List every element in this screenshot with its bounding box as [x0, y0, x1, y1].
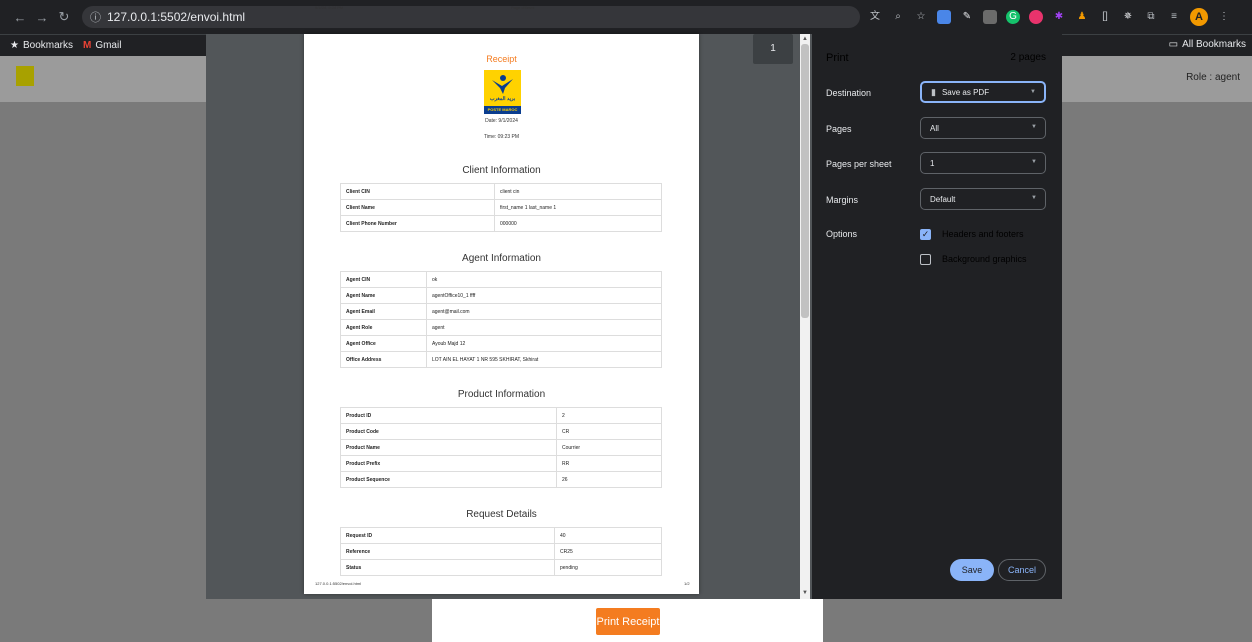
table-row: Agent Email agent@mail.com [340, 303, 662, 320]
extension-gear-icon[interactable]: ✵ [1121, 10, 1135, 24]
all-bookmarks-button[interactable]: ▭ All Bookmarks [1169, 39, 1246, 50]
table-row: Agent CIN ok [340, 271, 662, 288]
bookmarks-button[interactable]: ★ Bookmarks [10, 40, 73, 51]
page-count: 2 pages [1010, 52, 1046, 63]
options-label: Options [826, 229, 858, 239]
zoom-icon[interactable]: ⌕ [891, 10, 905, 24]
folder-icon: ▭ [1168, 39, 1179, 50]
table-row: Request ID 40 [340, 527, 662, 544]
table-row: Status pending [340, 559, 662, 576]
table-row: Client Name first_name 1 last_name 1 [340, 199, 662, 216]
table-row: Agent Role agent [340, 319, 662, 336]
poste-maroc-logo: بريد المغرب POSTE MAROC [484, 70, 521, 114]
poste-logo-icon [16, 66, 34, 86]
agent-section-title: Agent Information [462, 253, 541, 264]
url-text: 127.0.0.1:5502/envoi.html [107, 10, 246, 24]
print-footer-page: 1/2 [684, 581, 690, 586]
print-footer-url: 127.0.0.1:5502/envoi.html [315, 581, 362, 586]
extensions-puzzle-icon[interactable]: ⧉ [1144, 10, 1158, 24]
bird-logo-icon [492, 75, 513, 94]
table-row: Agent Name agentOffice10_1 ffff [340, 287, 662, 304]
table-row: Product ID 2 [340, 407, 662, 424]
table-row: Product Code CR [340, 423, 662, 440]
pages-select[interactable]: All ▼ [920, 117, 1046, 139]
receipt-time: Time: 09:23 PM [483, 134, 520, 140]
receipt-date: Date: 9/1/2024 [485, 118, 518, 124]
margins-select[interactable]: Default ▼ [920, 188, 1046, 210]
site-info-icon[interactable]: ⓘ [90, 9, 101, 25]
extension-purple-icon[interactable]: ✱ [1052, 10, 1066, 24]
menu-dots-icon[interactable]: ⋮ [1217, 10, 1231, 24]
extension-orange-icon[interactable]: ♟ [1075, 10, 1089, 24]
gmail-bookmark[interactable]: M Gmail [83, 40, 121, 51]
chevron-down-icon: ▼ [1031, 124, 1037, 130]
extension-grey-icon[interactable] [983, 10, 997, 24]
client-section-title: Client Information [462, 165, 541, 176]
pen-extension-icon[interactable]: ✎ [960, 10, 974, 24]
gmail-icon: M [82, 40, 92, 51]
agent-table: Agent CIN ok Agent Name agentOffice10_1 ff… [340, 271, 662, 368]
reading-list-icon[interactable]: ≡ [1167, 10, 1181, 24]
back-arrow-icon[interactable]: ← [10, 10, 30, 25]
print-receipt-button[interactable]: Print Receipt [596, 608, 660, 635]
request-table: Request ID 40 Reference CR25 Status pending [340, 527, 662, 576]
chevron-down-icon: ▼ [1031, 159, 1037, 165]
product-section-title: Product Information [457, 389, 546, 400]
browser-toolbar: ← → ↻ ⓘ 127.0.0.1:5502/envoi.html 文 ⌕ ☆ … [0, 0, 1252, 34]
save-button[interactable]: Save [950, 559, 994, 581]
table-row: Reference CR25 [340, 543, 662, 560]
client-table: Client CIN client cin Client Name first_na… [340, 183, 662, 232]
pages-per-sheet-select[interactable]: 1 ▼ [920, 152, 1046, 174]
logo-band-text: POSTE MAROC [484, 106, 521, 114]
destination-label: Destination [826, 88, 872, 98]
table-row: Office Address LOT AIN EL HAYAT 1 NR 595 … [340, 351, 662, 368]
cancel-button[interactable]: Cancel [998, 559, 1046, 581]
pages-per-sheet-label: Pages per sheet [826, 159, 892, 169]
margins-label: Margins [826, 195, 859, 205]
receipt-title: Receipt [486, 54, 517, 64]
table-row: Product Name Courrier [340, 439, 662, 456]
extension-bracket-icon[interactable]: [] [1098, 10, 1112, 24]
print-header-title: Page d'Envoi [511, 5, 535, 10]
destination-select[interactable]: ▮ Save as PDF ▼ [920, 81, 1046, 103]
forward-arrow-icon[interactable]: → [32, 10, 52, 25]
table-row: Agent Office Ayoub Majd 12 [340, 335, 662, 352]
chevron-down-icon: ▼ [1030, 89, 1036, 95]
product-table: Product ID 2 Product Code CR Product Name C… [340, 407, 662, 488]
pages-label: Pages [826, 124, 852, 134]
table-row: Product Prefix RR [340, 455, 662, 472]
scrollbar-thumb[interactable] [801, 44, 809, 318]
request-section-title: Request Details [466, 509, 537, 520]
print-header-date: 9/1/24, 9:24 PM [315, 5, 344, 10]
profile-avatar[interactable]: A [1190, 8, 1208, 26]
file-icon: ▮ [931, 86, 936, 97]
scroll-down-icon[interactable]: ▼ [800, 588, 810, 598]
grammarly-icon[interactable]: G [1006, 10, 1020, 24]
translate-icon[interactable]: 文 [868, 10, 882, 24]
extension-red-icon[interactable] [1029, 10, 1043, 24]
reload-icon[interactable]: ↻ [54, 9, 74, 25]
table-row: Client Phone Number 000000 [340, 215, 662, 232]
address-bar[interactable]: ⓘ 127.0.0.1:5502/envoi.html [82, 6, 860, 28]
scroll-up-icon[interactable]: ▲ [800, 34, 810, 44]
headers-footers-label[interactable]: Headers and footers [942, 229, 1024, 239]
bookmark-star-icon[interactable]: ☆ [914, 10, 928, 24]
logo-arabic-text: بريد المغرب [489, 96, 516, 102]
background-graphics-checkbox[interactable] [920, 254, 931, 265]
star-icon: ★ [10, 40, 19, 51]
table-row: Client CIN client cin [340, 183, 662, 200]
page-thumbnail-number[interactable]: 1 [753, 34, 793, 64]
table-row: Product Sequence 26 [340, 471, 662, 488]
extensions-bar: 文 ⌕ ☆ ✎ G ✱ ♟ [] ✵ ⧉ ≡ A ⋮ [868, 8, 1231, 26]
role-label: Role : agent [1186, 72, 1240, 83]
print-dialog-title: Print [826, 52, 849, 64]
chevron-down-icon: ▼ [1031, 195, 1037, 201]
background-graphics-label[interactable]: Background graphics [942, 254, 1027, 264]
extension-blue-icon[interactable] [937, 10, 951, 24]
headers-footers-checkbox[interactable]: ✓ [920, 229, 931, 240]
